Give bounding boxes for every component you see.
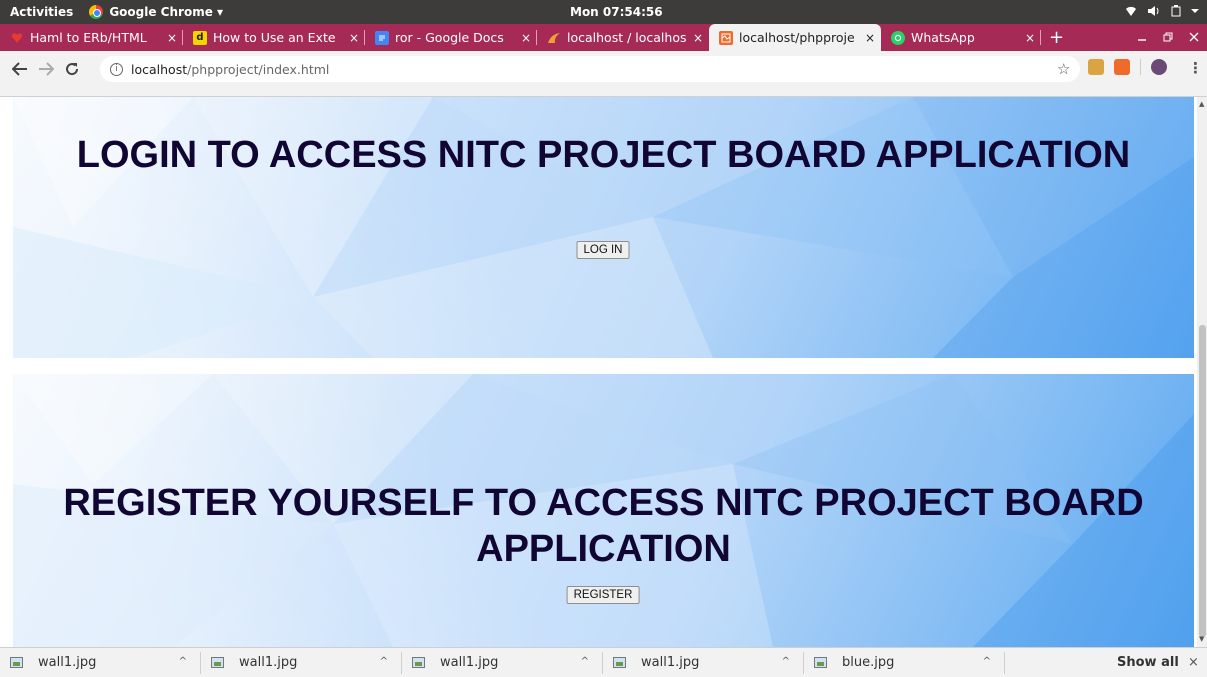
image-file-icon	[211, 657, 224, 668]
address-bar[interactable]: i localhost/phpproject/index.html	[100, 56, 1080, 82]
app-menu-label: Google Chrome ▾	[109, 5, 224, 19]
url-path: /phpproject/index.html	[187, 61, 330, 77]
more-menu-icon[interactable]: ⋮	[1188, 59, 1203, 77]
download-filename: blue.jpg	[842, 655, 895, 670]
system-top-bar: Activities Google Chrome ▾ Mon 07:54:56	[0, 0, 1207, 24]
broken-page-icon	[719, 30, 733, 45]
page-viewport: LOGIN TO ACCESS NITC PROJECT BOARD APPLI…	[0, 97, 1207, 647]
login-section: LOGIN TO ACCESS NITC PROJECT BOARD APPLI…	[13, 97, 1194, 358]
scroll-up-icon[interactable]: ▲	[1199, 100, 1204, 108]
forward-arrow-icon[interactable]	[34, 61, 58, 81]
tab-title: localhost / localhos	[567, 30, 687, 45]
image-file-icon	[10, 657, 23, 668]
tab-strip: Haml to ERb/HTML × d How to Use an Exte …	[0, 24, 1207, 51]
chrome-icon	[89, 5, 104, 19]
activities-button[interactable]: Activities	[0, 5, 83, 19]
login-button[interactable]: LOG IN	[576, 241, 630, 259]
register-button[interactable]: REGISTER	[566, 586, 640, 604]
close-icon[interactable]: ×	[349, 31, 359, 45]
url-host: localhost	[131, 61, 188, 77]
info-icon[interactable]: i	[110, 62, 123, 76]
toolbar-divider	[1140, 59, 1141, 75]
heart-icon	[10, 31, 24, 45]
image-file-icon	[412, 657, 425, 668]
download-filename: wall1.jpg	[239, 655, 298, 670]
bookmark-star-icon[interactable]: ☆	[1057, 60, 1070, 78]
close-icon[interactable]: ×	[1025, 31, 1035, 45]
reload-icon[interactable]	[60, 61, 84, 81]
tab-phpproject[interactable]: localhost/phpproje ×	[709, 24, 881, 51]
battery-icon	[1171, 4, 1181, 20]
tab-google-docs[interactable]: ror - Google Docs ×	[365, 24, 537, 51]
close-window-icon[interactable]	[1189, 31, 1199, 45]
app-menu[interactable]: Google Chrome ▾	[89, 5, 223, 19]
tab-title: Haml to ERb/HTML	[30, 30, 147, 45]
browser-toolbar: i localhost/phpproject/index.html ☆ ⋮	[0, 51, 1207, 97]
close-icon[interactable]: ×	[521, 31, 531, 45]
tab-title: ror - Google Docs	[395, 30, 504, 45]
tab-whatsapp[interactable]: WhatsApp ×	[881, 24, 1041, 51]
tab-haml-to-erb[interactable]: Haml to ERb/HTML ×	[0, 24, 183, 51]
download-filename: wall1.jpg	[641, 655, 700, 670]
register-section: REGISTER YOURSELF TO ACCESS NITC PROJECT…	[13, 374, 1194, 647]
system-menu-chevron-icon	[1191, 5, 1199, 20]
new-tab-button[interactable]: +	[1049, 24, 1064, 51]
tab-extension-howto[interactable]: d How to Use an Exte ×	[183, 24, 365, 51]
close-icon[interactable]: ×	[865, 31, 875, 45]
chevron-up-icon[interactable]: ^	[983, 656, 991, 667]
close-icon[interactable]: ×	[1188, 655, 1199, 670]
tab-title: localhost/phpproje	[739, 30, 855, 45]
system-tray[interactable]	[1125, 4, 1199, 20]
back-arrow-icon[interactable]	[8, 61, 32, 81]
wifi-icon	[1125, 5, 1137, 20]
profile-avatar[interactable]	[1151, 59, 1167, 75]
download-filename: wall1.jpg	[440, 655, 499, 670]
scrollbar-thumb[interactable]	[1199, 325, 1206, 637]
extension-icon[interactable]	[1088, 59, 1104, 75]
chevron-up-icon[interactable]: ^	[380, 656, 388, 667]
restore-icon[interactable]	[1163, 31, 1173, 45]
tab-title: WhatsApp	[911, 30, 975, 45]
docs-icon	[375, 30, 389, 45]
extension-icons	[1088, 59, 1167, 75]
login-heading: LOGIN TO ACCESS NITC PROJECT BOARD APPLI…	[76, 134, 1131, 176]
download-item[interactable]: wall1.jpg ^	[201, 648, 402, 677]
download-shelf: wall1.jpg ^ wall1.jpg ^ wall1.jpg ^ wall…	[0, 647, 1207, 677]
tab-phpmyadmin[interactable]: localhost / localhos ×	[537, 24, 709, 51]
download-item[interactable]: blue.jpg ^	[804, 648, 1005, 677]
scroll-down-icon[interactable]: ▼	[1199, 635, 1204, 643]
download-filename: wall1.jpg	[38, 655, 97, 670]
phpmyadmin-icon	[547, 31, 561, 45]
minimize-icon[interactable]	[1137, 31, 1147, 45]
chevron-up-icon[interactable]: ^	[581, 656, 589, 667]
system-clock[interactable]: Mon 07:54:56	[570, 5, 663, 19]
close-icon[interactable]: ×	[167, 31, 177, 45]
download-item[interactable]: wall1.jpg ^	[402, 648, 603, 677]
extension-icon[interactable]	[1114, 59, 1130, 75]
download-item[interactable]: wall1.jpg ^	[603, 648, 804, 677]
tab-title: How to Use an Exte	[213, 30, 336, 45]
chevron-up-icon[interactable]: ^	[782, 656, 790, 667]
image-file-icon	[613, 657, 626, 668]
chevron-up-icon[interactable]: ^	[179, 656, 187, 667]
download-item[interactable]: wall1.jpg ^	[0, 648, 201, 677]
vertical-scrollbar[interactable]: ▲ ▼	[1197, 97, 1207, 647]
image-file-icon	[814, 657, 827, 668]
volume-icon	[1147, 5, 1161, 20]
register-heading: REGISTER YOURSELF TO ACCESS NITC PROJECT…	[63, 482, 1144, 570]
close-icon[interactable]: ×	[693, 31, 703, 45]
show-all-downloads-button[interactable]: Show all	[1117, 655, 1179, 670]
whatsapp-icon	[891, 30, 905, 45]
window-controls	[1137, 24, 1199, 51]
d-letter-icon: d	[193, 30, 207, 45]
